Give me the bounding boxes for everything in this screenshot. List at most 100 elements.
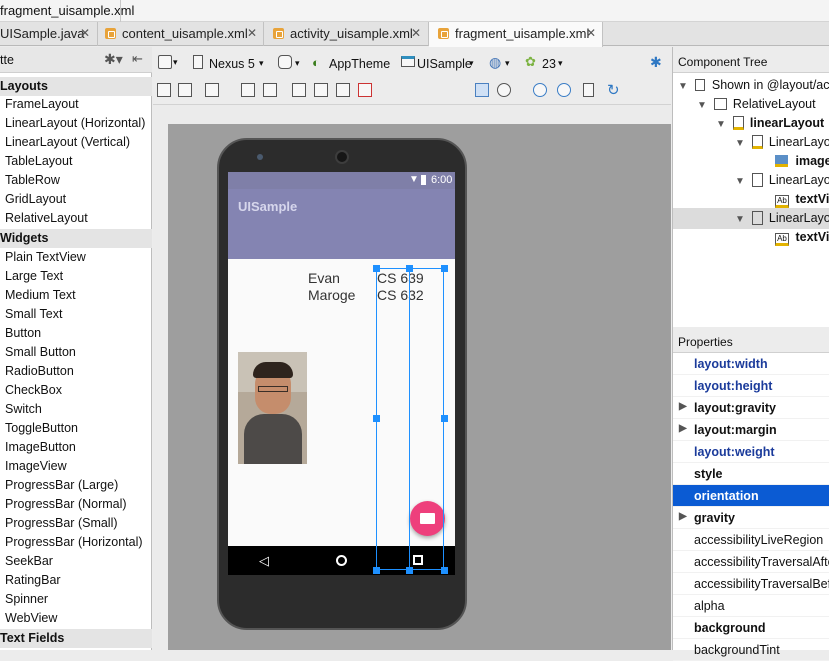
palette-item[interactable]: RelativeLayout — [5, 211, 88, 225]
prop-style[interactable]: style — [673, 463, 829, 485]
distribute-icon[interactable] — [292, 83, 306, 97]
palette-item[interactable]: ProgressBar (Small) — [5, 516, 118, 530]
palette-item[interactable]: WebView — [5, 611, 57, 625]
refresh-icon[interactable]: ↻ — [607, 81, 620, 99]
prop-background-tint[interactable]: backgroundTint — [673, 639, 829, 661]
settings-icon[interactable]: ✱ — [650, 54, 662, 71]
palette-item[interactable]: SeekBar — [5, 554, 53, 568]
resize-handle[interactable] — [373, 415, 380, 422]
prop-layout-margin[interactable]: ▶ layout:margin — [673, 419, 829, 441]
resize-handle[interactable] — [441, 265, 448, 272]
palette-item[interactable]: Button — [5, 326, 41, 340]
tab-fragment-uisample[interactable]: fragment_uisample.xml ✕ — [429, 22, 603, 47]
palette-item[interactable]: RatingBar — [5, 573, 61, 587]
palette-item[interactable]: Small Button — [5, 345, 76, 359]
resize-handle[interactable] — [373, 567, 380, 574]
expand-triangle-icon[interactable]: ▶ — [679, 511, 687, 522]
palette-item[interactable]: ImageButton — [5, 440, 76, 454]
prop-accessibility-traversal-after[interactable]: accessibilityTraversalAfter — [673, 551, 829, 573]
first-name-text[interactable]: Evan — [308, 270, 340, 286]
clear-icon[interactable] — [358, 83, 372, 97]
prop-accessibility-live-region[interactable]: accessibilityLiveRegion — [673, 529, 829, 551]
device-selector[interactable]: Nexus 5 — [209, 57, 255, 71]
palette-item[interactable]: ProgressBar (Large) — [5, 478, 118, 492]
layout-icon[interactable] — [178, 83, 192, 97]
palette-item[interactable]: ImageView — [5, 459, 67, 473]
expand-triangle-icon[interactable]: ▶ — [679, 401, 687, 412]
palette-item[interactable]: Large Text — [5, 269, 63, 283]
layout-icon[interactable] — [205, 83, 219, 97]
tab-content-uisample[interactable]: content_uisample.xml ✕ — [98, 22, 264, 46]
resize-handle[interactable] — [406, 567, 413, 574]
prop-gravity[interactable]: ▶ gravity — [673, 507, 829, 529]
orientation-icon[interactable] — [278, 55, 292, 69]
tab-uisample-java[interactable]: UISample.java ✕ — [0, 22, 98, 46]
palette-item[interactable]: Spinner — [5, 592, 48, 606]
expand-horizontal-icon[interactable] — [241, 83, 255, 97]
palette-item[interactable]: LinearLayout (Horizontal) — [5, 116, 145, 130]
globe-icon[interactable]: ◍ — [489, 54, 501, 71]
back-icon[interactable]: ◁ — [259, 553, 269, 569]
tree-row-linearlayout[interactable]: ▼ linearLayout — [716, 116, 824, 130]
palette-item[interactable]: GridLayout — [5, 192, 66, 206]
palette-item[interactable]: LinearLayout (Vertical) — [5, 135, 130, 149]
tab-activity-uisample[interactable]: activity_uisample.xml ✕ — [264, 22, 429, 46]
close-icon[interactable]: ✕ — [586, 26, 596, 40]
tree-row-textview[interactable]: Ab textVi — [775, 230, 829, 246]
palette-item[interactable]: ProgressBar (Normal) — [5, 497, 127, 511]
api-selector[interactable]: 23 — [542, 57, 556, 71]
breadcrumb-file[interactable]: fragment_uisample.xml — [0, 3, 134, 18]
tree-row-linearlayout-selected[interactable]: ▼ LinearLayout — [735, 211, 829, 225]
tree-row-textview[interactable]: Ab textVi — [775, 192, 829, 208]
palette-item[interactable]: TableRow — [5, 173, 60, 187]
prop-alpha[interactable]: alpha — [673, 595, 829, 617]
palette-item[interactable]: CheckBox — [5, 383, 62, 397]
prop-layout-weight[interactable]: layout:weight — [673, 441, 829, 463]
tree-row-image[interactable]: image — [775, 154, 829, 168]
zoom-actual-icon[interactable] — [497, 83, 511, 97]
resize-handle[interactable] — [373, 265, 380, 272]
palette-item[interactable]: TableLayout — [5, 154, 72, 168]
palette-item[interactable]: Medium Text — [5, 288, 76, 302]
tree-row-relativelayout[interactable]: ▼ RelativeLayout — [697, 97, 816, 111]
preview-icon[interactable] — [583, 83, 594, 97]
profile-image[interactable] — [238, 352, 307, 464]
prop-layout-gravity[interactable]: ▶ layout:gravity — [673, 397, 829, 419]
palette-item[interactable]: Plain TextView — [5, 250, 86, 264]
close-icon[interactable]: ✕ — [80, 26, 90, 40]
resize-handle[interactable] — [406, 265, 413, 272]
tree-row-root[interactable]: ▼ Shown in @layout/ac — [678, 78, 829, 92]
palette-group-widgets[interactable]: Widgets — [0, 229, 152, 248]
palette-group-layouts[interactable]: Layouts — [0, 77, 152, 96]
palette-group-text-fields[interactable]: Text Fields — [0, 629, 152, 648]
zoom-in-icon[interactable] — [533, 83, 547, 97]
prop-layout-height[interactable]: layout:height — [673, 375, 829, 397]
gear-icon[interactable]: ✱▾ — [104, 51, 123, 68]
tree-row-linearlayout[interactable]: ▼ LinearLayout — [735, 173, 829, 187]
home-icon[interactable] — [336, 555, 347, 566]
palette-item[interactable]: Switch — [5, 402, 42, 416]
palette-item[interactable]: RadioButton — [5, 364, 74, 378]
palette-item[interactable]: ProgressBar (Horizontal) — [5, 535, 143, 549]
prop-orientation[interactable]: orientation — [673, 485, 829, 507]
resize-handle[interactable] — [441, 567, 448, 574]
last-name-text[interactable]: Maroge — [308, 287, 355, 303]
palette-item[interactable]: ToggleButton — [5, 421, 78, 435]
close-icon[interactable]: ✕ — [411, 26, 421, 40]
theme-selector[interactable]: AppTheme — [329, 57, 390, 71]
prop-accessibility-traversal-before[interactable]: accessibilityTraversalBefore — [673, 573, 829, 595]
expand-vertical-icon[interactable] — [263, 83, 277, 97]
hide-panel-icon[interactable]: ⇤ — [132, 51, 143, 67]
tree-row-linearlayout[interactable]: ▼ LinearLayout — [735, 135, 829, 149]
palette-item[interactable]: FrameLayout — [5, 97, 79, 111]
sum-icon[interactable] — [314, 83, 328, 97]
prop-background[interactable]: background — [673, 617, 829, 639]
layout-icon[interactable] — [157, 83, 171, 97]
expand-triangle-icon[interactable]: ▶ — [679, 423, 687, 434]
palette-item[interactable]: Small Text — [5, 307, 62, 321]
zoom-out-icon[interactable] — [557, 83, 571, 97]
resize-handle[interactable] — [441, 415, 448, 422]
prop-layout-width[interactable]: layout:width — [673, 353, 829, 375]
activity-selector[interactable]: UISample — [417, 57, 472, 71]
zoom-fit-icon[interactable] — [475, 83, 489, 97]
